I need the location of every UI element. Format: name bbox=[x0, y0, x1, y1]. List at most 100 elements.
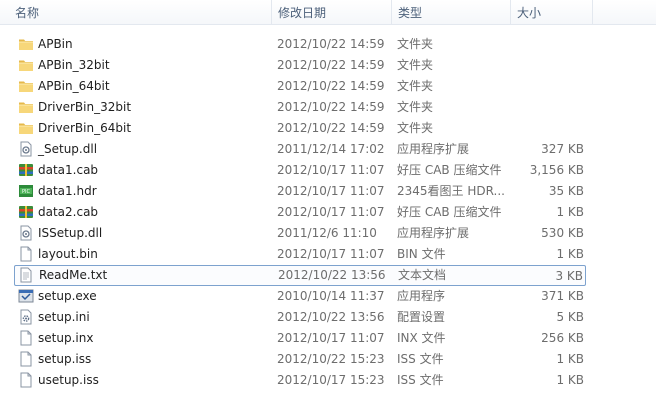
image-icon: PIC bbox=[18, 183, 34, 199]
file-type: 应用程序扩展 bbox=[397, 226, 470, 240]
file-modified-date: 2012/10/22 15:23 bbox=[277, 352, 385, 366]
file-size: 530 KB bbox=[541, 226, 584, 240]
file-name: APBin_64bit bbox=[38, 79, 110, 93]
file-size: 1 KB bbox=[556, 352, 584, 366]
column-header-date[interactable]: 修改日期 bbox=[272, 0, 392, 24]
file-size: 327 KB bbox=[541, 142, 584, 156]
archive-icon bbox=[18, 162, 34, 178]
file-name: ReadMe.txt bbox=[39, 268, 108, 282]
file-name: APBin bbox=[38, 37, 73, 51]
file-name: APBin_32bit bbox=[38, 58, 110, 72]
file-modified-date: 2012/10/17 15:23 bbox=[277, 373, 385, 387]
file-size: 35 KB bbox=[548, 184, 584, 198]
file-row[interactable]: data1.cab 2012/10/17 11:07 好压 CAB 压缩文件 3,15… bbox=[14, 160, 586, 181]
file-row[interactable]: setup.ini 2012/10/22 13:56 配置设置 5 KB bbox=[14, 307, 586, 328]
file-name: data1.hdr bbox=[38, 184, 97, 198]
text-file-icon bbox=[18, 267, 34, 283]
file-row[interactable]: APBin 2012/10/22 14:59 文件夹 bbox=[14, 34, 586, 55]
file-type: 文件夹 bbox=[397, 121, 434, 135]
file-name: setup.iss bbox=[38, 352, 92, 366]
file-row[interactable]: DriverBin_32bit 2012/10/22 14:59 文件夹 bbox=[14, 97, 586, 118]
file-modified-date: 2012/10/22 14:59 bbox=[277, 121, 385, 135]
file-icon bbox=[18, 330, 34, 346]
file-modified-date: 2012/10/17 11:07 bbox=[277, 184, 385, 198]
file-row[interactable]: PIC data1.hdr 2012/10/17 11:07 2345看图王 HDR.… bbox=[14, 181, 586, 202]
file-modified-date: 2012/10/22 14:59 bbox=[277, 100, 385, 114]
file-name: ISSetup.dll bbox=[38, 226, 103, 240]
file-type: 文件夹 bbox=[397, 100, 434, 114]
file-row[interactable]: usetup.iss 2012/10/17 15:23 ISS 文件 1 KB bbox=[14, 370, 586, 391]
file-name: DriverBin_64bit bbox=[38, 121, 132, 135]
file-name: data2.cab bbox=[38, 205, 99, 219]
file-row[interactable]: layout.bin 2012/10/17 11:07 BIN 文件 1 KB bbox=[14, 244, 586, 265]
file-size: 1 KB bbox=[556, 205, 584, 219]
folder-icon bbox=[18, 36, 34, 52]
file-modified-date: 2012/10/22 13:56 bbox=[278, 268, 386, 282]
file-modified-date: 2012/10/17 11:07 bbox=[277, 205, 385, 219]
folder-icon bbox=[18, 57, 34, 73]
file-type: 应用程序 bbox=[397, 289, 446, 303]
file-row[interactable]: _Setup.dll 2011/12/14 17:02 应用程序扩展 327 KB bbox=[14, 139, 586, 160]
folder-icon bbox=[18, 120, 34, 136]
ini-icon bbox=[18, 309, 34, 325]
file-size: 256 KB bbox=[541, 331, 584, 345]
file-modified-date: 2012/10/22 14:59 bbox=[277, 58, 385, 72]
file-row[interactable]: APBin_64bit 2012/10/22 14:59 文件夹 bbox=[14, 76, 586, 97]
file-modified-date: 2012/10/22 14:59 bbox=[277, 37, 385, 51]
exe-icon bbox=[18, 288, 34, 304]
file-type: 文件夹 bbox=[397, 79, 434, 93]
file-modified-date: 2010/10/14 11:37 bbox=[277, 289, 385, 303]
file-type: 文件夹 bbox=[397, 37, 434, 51]
file-name: layout.bin bbox=[38, 247, 98, 261]
file-name: data1.cab bbox=[38, 163, 99, 177]
file-modified-date: 2012/10/17 11:07 bbox=[277, 331, 385, 345]
file-name: usetup.iss bbox=[38, 373, 99, 387]
file-type: 文件夹 bbox=[397, 58, 434, 72]
file-name: _Setup.dll bbox=[38, 142, 98, 156]
file-modified-date: 2012/10/17 11:07 bbox=[277, 247, 385, 261]
file-modified-date: 2012/10/22 14:59 bbox=[277, 79, 385, 93]
archive-icon bbox=[18, 204, 34, 220]
file-modified-date: 2012/10/22 13:56 bbox=[277, 310, 385, 324]
file-size: 3,156 KB bbox=[529, 163, 584, 177]
file-modified-date: 2012/10/17 11:07 bbox=[277, 163, 385, 177]
file-type: 2345看图王 HDR... bbox=[397, 184, 505, 198]
file-size: 5 KB bbox=[556, 310, 584, 324]
file-type: 好压 CAB 压缩文件 bbox=[397, 163, 502, 177]
file-row[interactable]: DriverBin_64bit 2012/10/22 14:59 文件夹 bbox=[14, 118, 586, 139]
file-icon bbox=[18, 351, 34, 367]
sort-ascending-icon: ˄ bbox=[136, 0, 141, 8]
file-icon bbox=[18, 246, 34, 262]
dll-icon bbox=[18, 225, 34, 241]
column-header-bar: 名称 ˄ 修改日期 类型 大小 bbox=[0, 0, 656, 25]
file-type: INX 文件 bbox=[397, 331, 446, 345]
file-size: 3 KB bbox=[555, 269, 583, 283]
file-size: 371 KB bbox=[541, 289, 584, 303]
file-row[interactable]: data2.cab 2012/10/17 11:07 好压 CAB 压缩文件 1 KB bbox=[14, 202, 586, 223]
file-row[interactable]: ReadMe.txt 2012/10/22 13:56 文本文档 3 KB bbox=[14, 265, 586, 286]
file-icon bbox=[18, 372, 34, 388]
column-header-type[interactable]: 类型 bbox=[392, 0, 511, 24]
file-name: setup.exe bbox=[38, 289, 97, 303]
file-type: 文本文档 bbox=[398, 268, 447, 282]
file-row[interactable]: ISSetup.dll 2011/12/6 11:10 应用程序扩展 530 KB bbox=[14, 223, 586, 244]
file-type: 好压 CAB 压缩文件 bbox=[397, 205, 502, 219]
file-type: BIN 文件 bbox=[397, 247, 446, 261]
file-row[interactable]: setup.exe 2010/10/14 11:37 应用程序 371 KB bbox=[14, 286, 586, 307]
folder-icon bbox=[18, 78, 34, 94]
folder-icon bbox=[18, 99, 34, 115]
file-row[interactable]: setup.iss 2012/10/22 15:23 ISS 文件 1 KB bbox=[14, 349, 586, 370]
file-name: setup.ini bbox=[38, 310, 90, 324]
column-header-size[interactable]: 大小 bbox=[511, 0, 593, 24]
file-row[interactable]: APBin_32bit 2012/10/22 14:59 文件夹 bbox=[14, 55, 586, 76]
file-type: 配置设置 bbox=[397, 310, 446, 324]
file-type: ISS 文件 bbox=[397, 373, 444, 387]
file-name: DriverBin_32bit bbox=[38, 100, 132, 114]
svg-text:PIC: PIC bbox=[22, 189, 30, 195]
file-modified-date: 2011/12/14 17:02 bbox=[277, 142, 385, 156]
file-type: ISS 文件 bbox=[397, 352, 444, 366]
file-row[interactable]: setup.inx 2012/10/17 11:07 INX 文件 256 KB bbox=[14, 328, 586, 349]
file-name: setup.inx bbox=[38, 331, 94, 345]
file-size: 1 KB bbox=[556, 247, 584, 261]
dll-icon bbox=[18, 141, 34, 157]
